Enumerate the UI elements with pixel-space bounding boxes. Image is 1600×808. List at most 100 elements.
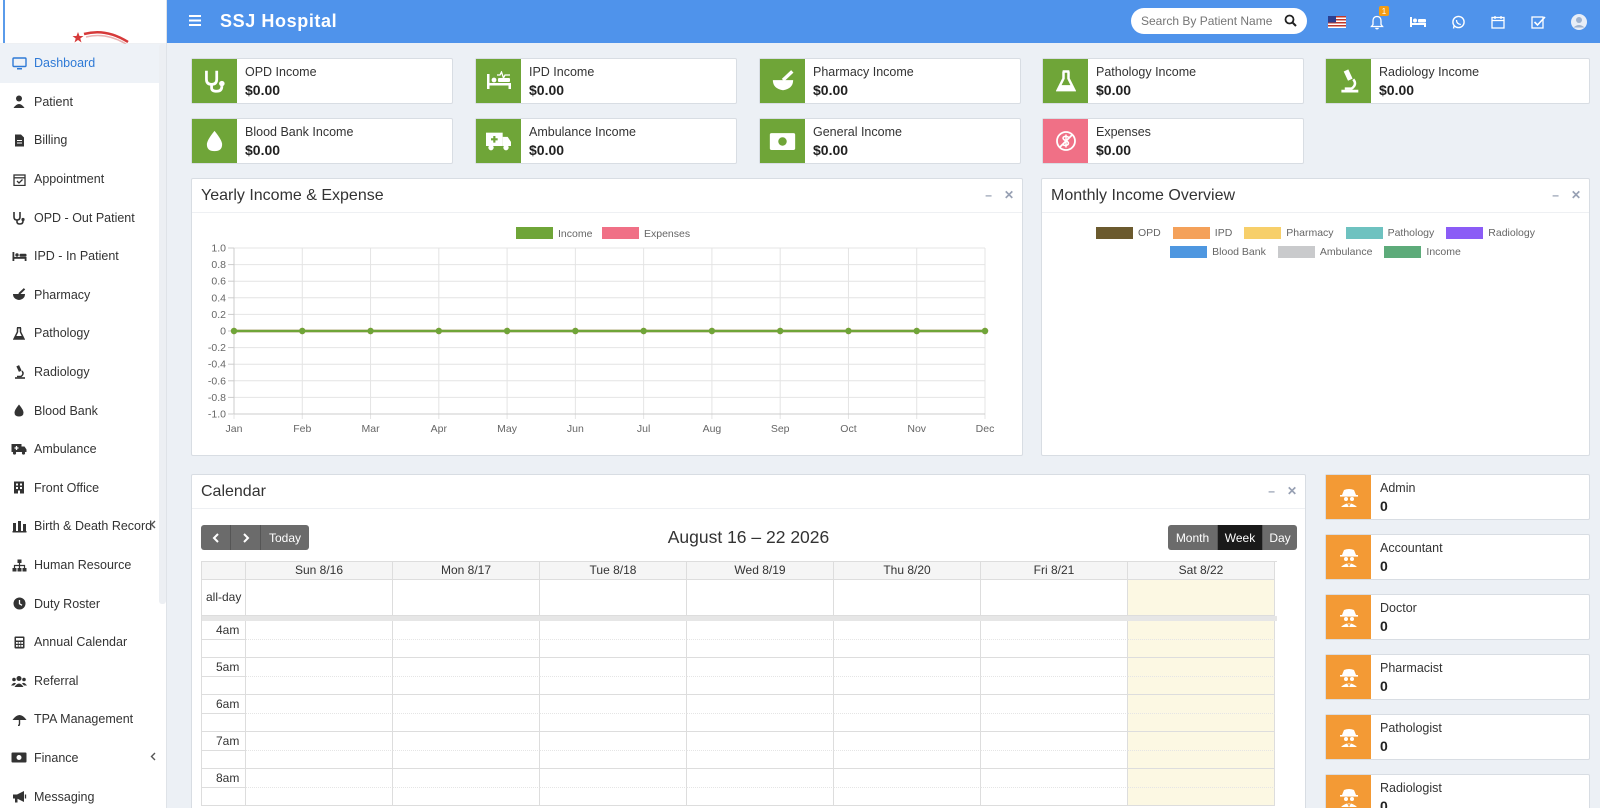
blood-bank-income-card[interactable]: Blood Bank Income $0.00 bbox=[191, 118, 453, 164]
day-header[interactable]: Thu 8/20 bbox=[834, 562, 981, 580]
time-slot[interactable] bbox=[834, 658, 981, 677]
time-slot[interactable] bbox=[246, 732, 393, 751]
day-header[interactable]: Sun 8/16 bbox=[246, 562, 393, 580]
time-slot[interactable] bbox=[687, 621, 834, 640]
time-slot[interactable] bbox=[393, 769, 540, 788]
legend-item[interactable]: OPD bbox=[1096, 227, 1161, 239]
time-slot[interactable] bbox=[834, 769, 981, 788]
time-slot[interactable] bbox=[687, 676, 834, 695]
time-slot[interactable] bbox=[393, 639, 540, 658]
calendar-icon[interactable] bbox=[1488, 12, 1508, 32]
time-slot[interactable] bbox=[246, 769, 393, 788]
admin-staff-card[interactable]: Admin 0 bbox=[1325, 474, 1590, 520]
time-slot[interactable] bbox=[393, 787, 540, 806]
pathology-income-card[interactable]: Pathology Income $0.00 bbox=[1042, 58, 1304, 104]
time-slot[interactable] bbox=[246, 713, 393, 732]
day-header[interactable]: Tue 8/18 bbox=[540, 562, 687, 580]
sidebar-item-pharmacy[interactable]: Pharmacy bbox=[0, 276, 166, 315]
app-title[interactable]: SSJ Hospital bbox=[220, 11, 337, 32]
time-slot[interactable] bbox=[540, 732, 687, 751]
radiology-income-card[interactable]: Radiology Income $0.00 bbox=[1325, 58, 1590, 104]
all-day-slot[interactable] bbox=[393, 580, 540, 616]
time-slot[interactable] bbox=[1128, 695, 1275, 714]
time-slot[interactable] bbox=[1128, 621, 1275, 640]
time-slot[interactable] bbox=[834, 787, 981, 806]
time-slot[interactable] bbox=[687, 732, 834, 751]
sidebar-item-duty-roster[interactable]: Duty Roster bbox=[0, 584, 166, 623]
time-slot[interactable] bbox=[1128, 769, 1275, 788]
expenses-card[interactable]: Expenses $0.00 bbox=[1042, 118, 1304, 164]
time-slot[interactable] bbox=[687, 695, 834, 714]
general-income-card[interactable]: General Income $0.00 bbox=[759, 118, 1021, 164]
sidebar-item-referral[interactable]: Referral bbox=[0, 662, 166, 701]
time-slot[interactable] bbox=[834, 732, 981, 751]
opd-income-card[interactable]: OPD Income $0.00 bbox=[191, 58, 453, 104]
time-slot[interactable] bbox=[246, 676, 393, 695]
doctor-staff-card[interactable]: Doctor 0 bbox=[1325, 594, 1590, 640]
pathologist-staff-card[interactable]: Pathologist 0 bbox=[1325, 714, 1590, 760]
time-slot[interactable] bbox=[393, 750, 540, 769]
sidebar-scrollbar[interactable] bbox=[159, 44, 166, 604]
time-slot[interactable] bbox=[687, 713, 834, 732]
sidebar-item-opd-out-patient[interactable]: OPD - Out Patient bbox=[0, 198, 166, 237]
time-slot[interactable] bbox=[1128, 639, 1275, 658]
time-slot[interactable] bbox=[540, 676, 687, 695]
sidebar-item-ipd-in-patient[interactable]: IPD - In Patient bbox=[0, 237, 166, 276]
legend-item[interactable]: Income bbox=[1384, 246, 1461, 258]
all-day-slot[interactable] bbox=[1128, 580, 1275, 616]
time-slot[interactable] bbox=[393, 676, 540, 695]
user-avatar-icon[interactable] bbox=[1569, 12, 1589, 32]
minimize-icon[interactable]: – bbox=[1552, 188, 1559, 202]
time-slot[interactable] bbox=[246, 750, 393, 769]
day-header[interactable]: Sat 8/22 bbox=[1128, 562, 1275, 580]
sidebar-item-radiology[interactable]: Radiology bbox=[0, 353, 166, 392]
time-slot[interactable] bbox=[246, 621, 393, 640]
time-slot[interactable] bbox=[246, 658, 393, 677]
time-slot[interactable] bbox=[393, 695, 540, 714]
time-slot[interactable] bbox=[834, 713, 981, 732]
time-slot[interactable] bbox=[981, 787, 1128, 806]
time-slot[interactable] bbox=[1128, 713, 1275, 732]
bed-icon[interactable] bbox=[1408, 12, 1428, 32]
time-slot[interactable] bbox=[393, 732, 540, 751]
all-day-slot[interactable] bbox=[246, 580, 393, 616]
time-slot[interactable] bbox=[834, 676, 981, 695]
legend-item[interactable]: Radiology bbox=[1446, 227, 1535, 239]
ambulance-income-card[interactable]: Ambulance Income $0.00 bbox=[475, 118, 737, 164]
time-slot[interactable] bbox=[246, 695, 393, 714]
time-slot[interactable] bbox=[981, 769, 1128, 788]
time-slot[interactable] bbox=[981, 695, 1128, 714]
sidebar-item-front-office[interactable]: Front Office bbox=[0, 469, 166, 508]
time-slot[interactable] bbox=[540, 639, 687, 658]
ipd-income-card[interactable]: IPD Income $0.00 bbox=[475, 58, 737, 104]
time-slot[interactable] bbox=[687, 750, 834, 769]
day-header[interactable]: Mon 8/17 bbox=[393, 562, 540, 580]
week-view-button[interactable]: Week bbox=[1218, 525, 1263, 550]
sidebar-item-appointment[interactable]: Appointment bbox=[0, 160, 166, 199]
time-slot[interactable] bbox=[393, 658, 540, 677]
sidebar-item-blood-bank[interactable]: Blood Bank bbox=[0, 391, 166, 430]
sidebar-item-annual-calendar[interactable]: Annual Calendar bbox=[0, 623, 166, 662]
radiologist-staff-card[interactable]: Radiologist 0 bbox=[1325, 774, 1590, 808]
minimize-icon[interactable]: – bbox=[985, 188, 992, 202]
pharmacist-staff-card[interactable]: Pharmacist 0 bbox=[1325, 654, 1590, 700]
day-header[interactable]: Fri 8/21 bbox=[981, 562, 1128, 580]
time-slot[interactable] bbox=[1128, 732, 1275, 751]
month-view-button[interactable]: Month bbox=[1168, 525, 1218, 550]
legend-item[interactable]: IPD bbox=[1172, 227, 1232, 239]
time-slot[interactable] bbox=[687, 787, 834, 806]
legend-item[interactable]: Pathology bbox=[1345, 227, 1434, 239]
time-slot[interactable] bbox=[540, 713, 687, 732]
sidebar-item-patient[interactable]: Patient bbox=[0, 83, 166, 122]
time-slot[interactable] bbox=[1128, 750, 1275, 769]
all-day-slot[interactable] bbox=[981, 580, 1128, 616]
sidebar-item-birth-death-record[interactable]: Birth & Death Record bbox=[0, 507, 166, 546]
time-slot[interactable] bbox=[1128, 676, 1275, 695]
time-slot[interactable] bbox=[540, 695, 687, 714]
time-slot[interactable] bbox=[1128, 787, 1275, 806]
pharmacy-income-card[interactable]: Pharmacy Income $0.00 bbox=[759, 58, 1021, 104]
menu-toggle-icon[interactable] bbox=[189, 13, 205, 31]
time-slot[interactable] bbox=[1128, 658, 1275, 677]
time-slot[interactable] bbox=[834, 621, 981, 640]
legend-item[interactable]: Ambulance bbox=[1277, 246, 1372, 258]
